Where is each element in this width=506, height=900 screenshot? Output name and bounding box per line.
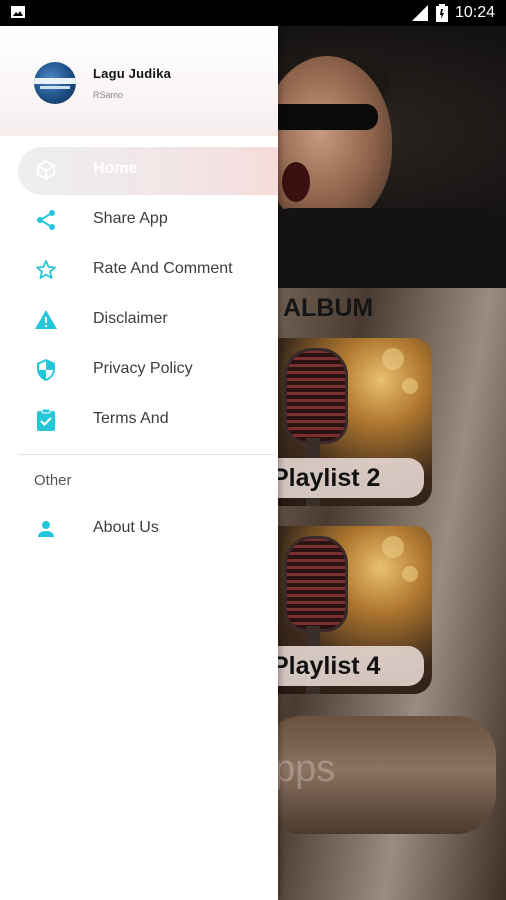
playlist-label: Playlist 4 <box>262 646 424 686</box>
clock: 10:24 <box>455 4 496 21</box>
battery-icon <box>436 4 448 22</box>
section-label-other: Other <box>34 472 72 489</box>
menu-item-label: Privacy Policy <box>93 360 193 377</box>
developer-name: RSamo <box>93 90 124 100</box>
person-icon <box>38 521 54 537</box>
app-avatar <box>34 62 76 104</box>
menu-item-label: Rate And Comment <box>93 260 233 277</box>
album-section-title: ALBUM <box>283 294 374 322</box>
menu-item-disclaimer[interactable]: Disclaimer <box>0 296 278 344</box>
playlist-label: Playlist 2 <box>262 458 424 498</box>
share-icon <box>37 210 55 230</box>
cube-icon <box>37 160 55 180</box>
menu-item-privacy-policy[interactable]: Privacy Policy <box>0 346 278 394</box>
clipboard-check-icon <box>37 408 55 431</box>
menu-item-terms-and[interactable]: Terms And <box>0 396 278 444</box>
warning-icon <box>35 310 57 329</box>
star-icon <box>36 260 56 279</box>
image-notification-icon <box>11 6 25 18</box>
drawer-header: Lagu Judika RSamo <box>0 26 278 136</box>
menu-item-label: About Us <box>93 519 159 536</box>
navigation-drawer: Lagu Judika RSamo Home Share App Rate An… <box>0 26 278 900</box>
apps-card-label: pps <box>274 748 336 790</box>
menu-item-label: Home <box>93 160 138 177</box>
microphone-image <box>284 536 348 632</box>
status-bar: 10:24 <box>0 0 506 26</box>
menu-item-rate-and-comment[interactable]: Rate And Comment <box>0 246 278 294</box>
menu-item-about-us[interactable]: About Us <box>0 505 278 553</box>
apps-card[interactable]: pps <box>262 716 496 834</box>
playlist-card[interactable]: Playlist 4 <box>262 526 432 694</box>
menu-item-label: Disclaimer <box>93 310 168 327</box>
playlist-card[interactable]: Playlist 2 <box>262 338 432 506</box>
shield-icon <box>37 359 55 381</box>
menu-item-label: Share App <box>93 210 168 227</box>
signal-icon <box>412 5 428 21</box>
app-name: Lagu Judika <box>93 66 172 81</box>
menu-item-share-app[interactable]: Share App <box>0 196 278 244</box>
menu-item-label: Terms And <box>93 410 169 427</box>
menu-divider <box>18 454 274 455</box>
menu-item-home[interactable]: Home <box>0 146 278 195</box>
microphone-image <box>284 348 348 444</box>
